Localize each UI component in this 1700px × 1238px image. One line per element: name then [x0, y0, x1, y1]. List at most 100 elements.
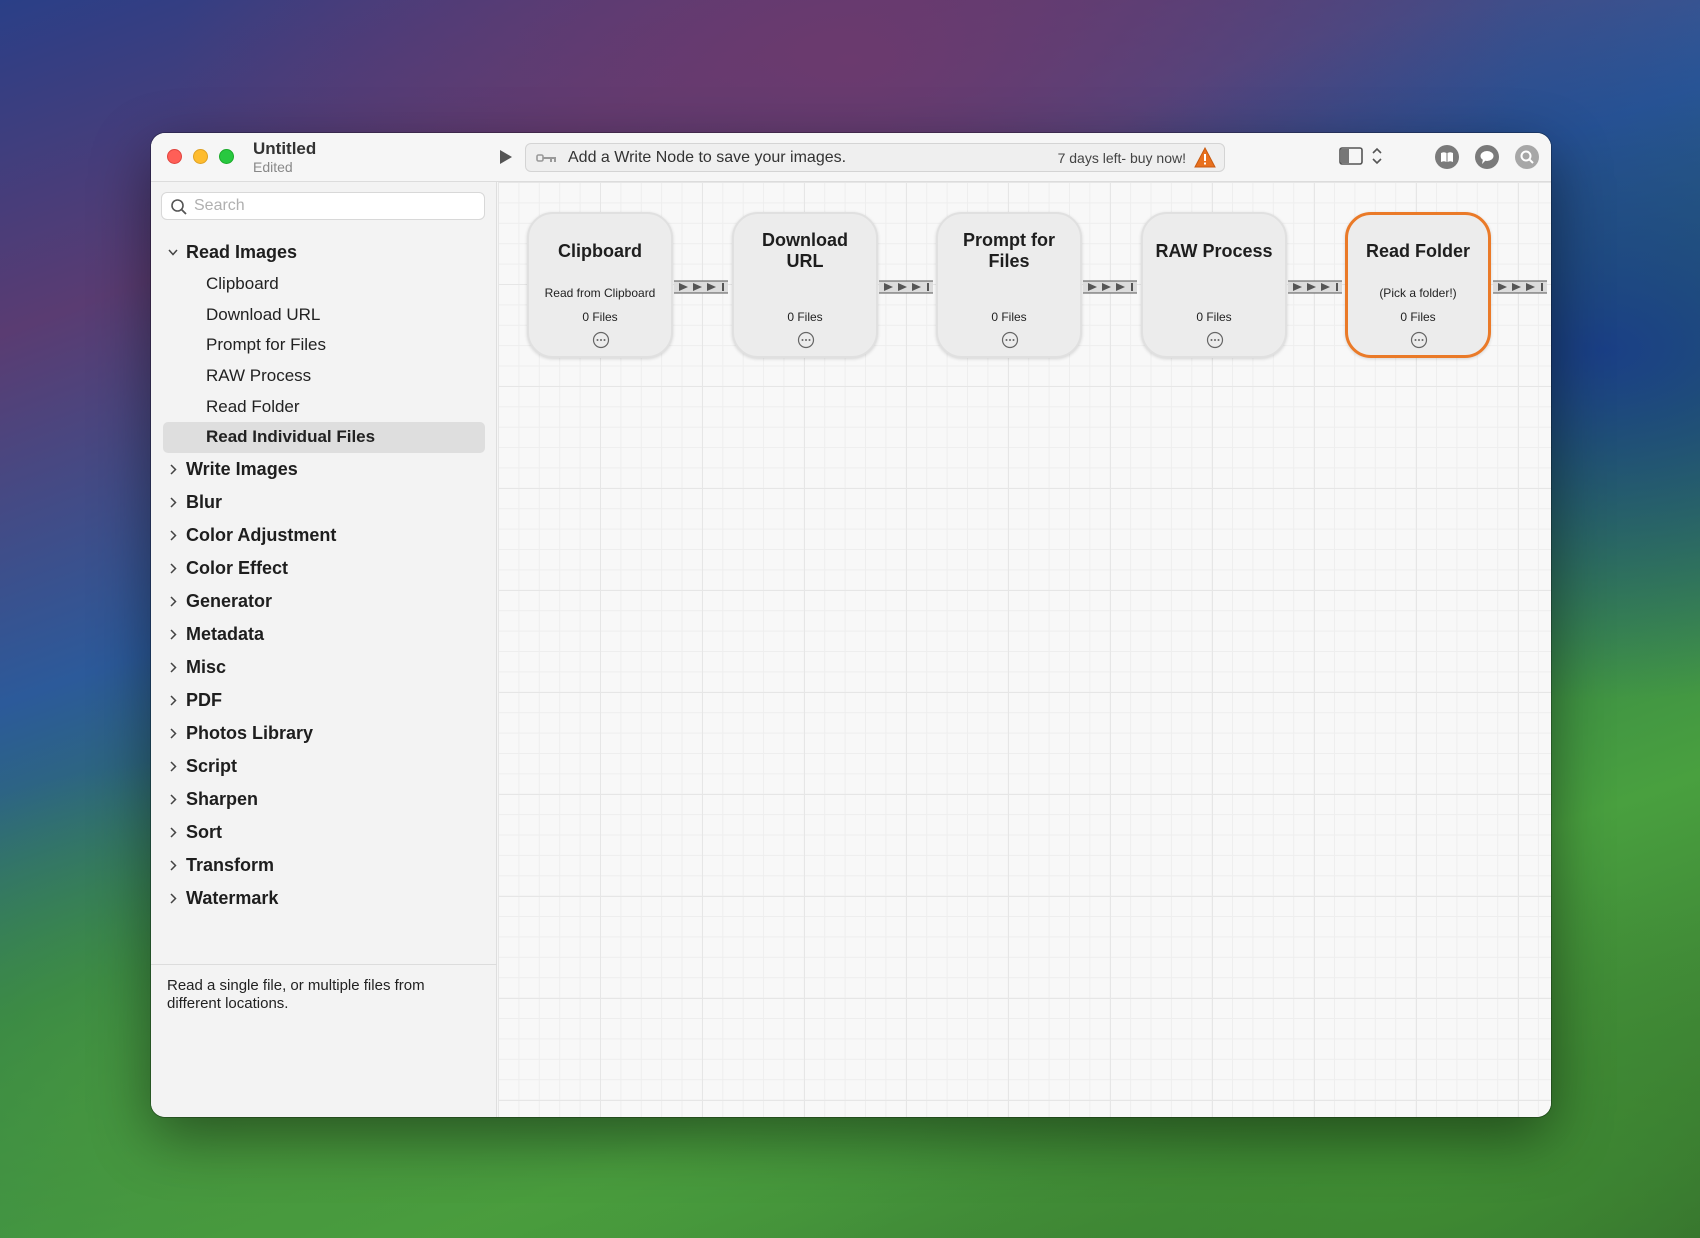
- close-window-button[interactable]: [167, 149, 182, 164]
- node-file-count: 0 Files: [582, 310, 618, 324]
- connector-arrow: [1288, 280, 1342, 294]
- ellipsis-circle-icon[interactable]: [1001, 331, 1019, 349]
- category-watermark[interactable]: Watermark: [151, 882, 497, 915]
- category-label: Sharpen: [186, 789, 259, 810]
- category-color-effect[interactable]: Color Effect: [151, 552, 497, 585]
- library-item-read-individual-files[interactable]: Read Individual Files: [163, 422, 485, 454]
- category-misc[interactable]: Misc: [151, 651, 497, 684]
- chevron-right-icon[interactable]: [168, 827, 178, 838]
- search-icon: [171, 199, 187, 215]
- chevron-right-icon[interactable]: [168, 695, 178, 706]
- chevron-right-icon[interactable]: [168, 497, 178, 508]
- category-label: Script: [186, 756, 238, 777]
- node-raw-process[interactable]: RAW Process 0 Files: [1141, 212, 1287, 358]
- ellipsis-circle-icon[interactable]: [592, 331, 610, 349]
- connector-arrow: [1493, 280, 1547, 294]
- node-title: Read Folder: [1365, 241, 1471, 261]
- node-file-count: 0 Files: [1196, 310, 1232, 324]
- category-script[interactable]: Script: [151, 750, 497, 783]
- library-item-read-folder[interactable]: Read Folder: [151, 392, 497, 423]
- node-library-tree: Read Images Clipboard Download URL Promp…: [151, 236, 497, 915]
- status-message: Add a Write Node to save your images.: [568, 149, 847, 166]
- connector-arrow: [1083, 280, 1137, 294]
- titlebar: Untitled Edited Add a Write Node to save…: [151, 133, 1551, 182]
- chevron-down-icon[interactable]: [168, 247, 178, 258]
- connector-arrow: [674, 280, 728, 294]
- search-input[interactable]: [194, 196, 474, 216]
- node-clipboard[interactable]: Clipboard Read from Clipboard 0 Files: [527, 212, 673, 358]
- play-icon[interactable]: [495, 147, 515, 167]
- trial-link[interactable]: 7 days left- buy now!: [1058, 150, 1186, 166]
- category-label: Color Adjustment: [186, 525, 337, 546]
- key-icon: [536, 154, 556, 162]
- document-title: Untitled: [253, 139, 317, 158]
- category-label: Transform: [186, 855, 275, 876]
- library-item-download-url[interactable]: Download URL: [151, 300, 497, 331]
- warning-icon[interactable]: [1194, 147, 1216, 168]
- chevron-right-icon[interactable]: [168, 464, 178, 475]
- chevron-right-icon[interactable]: [168, 893, 178, 904]
- category-color-adjustment[interactable]: Color Adjustment: [151, 519, 497, 552]
- category-metadata[interactable]: Metadata: [151, 618, 497, 651]
- category-label: Metadata: [186, 624, 265, 645]
- category-label: Generator: [186, 591, 273, 612]
- status-bar: Add a Write Node to save your images. 7 …: [525, 143, 1225, 172]
- chevron-right-icon[interactable]: [168, 860, 178, 871]
- node-title: Clipboard: [558, 241, 642, 261]
- search-field[interactable]: [161, 192, 485, 220]
- node-title: RAW Process: [1155, 241, 1273, 261]
- category-label: Read Images: [186, 242, 298, 262]
- category-sort[interactable]: Sort: [151, 816, 497, 849]
- node-title: Download URL: [762, 230, 848, 271]
- category-blur[interactable]: Blur: [151, 486, 497, 519]
- app-window: Untitled Edited Add a Write Node to save…: [151, 133, 1551, 1117]
- node-file-count: 0 Files: [991, 310, 1027, 324]
- node-subtitle: (Pick a folder!): [1379, 286, 1457, 300]
- magnifier-icon[interactable]: [1515, 145, 1539, 169]
- category-transform[interactable]: Transform: [151, 849, 497, 882]
- document-status: Edited: [253, 159, 293, 175]
- node-read-folder[interactable]: Read Folder (Pick a folder!) 0 Files: [1345, 212, 1491, 358]
- category-label: PDF: [186, 690, 222, 711]
- book-icon[interactable]: [1435, 145, 1459, 169]
- chevron-right-icon[interactable]: [168, 728, 178, 739]
- category-label: Write Images: [186, 459, 298, 480]
- chevron-right-icon[interactable]: [168, 530, 178, 541]
- chevron-right-icon[interactable]: [168, 596, 178, 607]
- sidebar: Read Images Clipboard Download URL Promp…: [151, 182, 497, 1117]
- category-label: Photos Library: [186, 723, 314, 744]
- category-label: Misc: [186, 657, 227, 678]
- zoom-window-button[interactable]: [219, 149, 234, 164]
- node-file-count: 0 Files: [787, 310, 823, 324]
- library-item-raw-process[interactable]: RAW Process: [151, 361, 497, 392]
- chat-bubble-icon[interactable]: [1475, 145, 1499, 169]
- node-title: Prompt for Files: [963, 230, 1055, 271]
- node-file-count: 0 Files: [1400, 310, 1436, 324]
- chevron-right-icon[interactable]: [168, 629, 178, 640]
- chevron-right-icon[interactable]: [168, 563, 178, 574]
- chevron-right-icon[interactable]: [168, 662, 178, 673]
- chevron-right-icon[interactable]: [168, 761, 178, 772]
- library-item-prompt-for-files[interactable]: Prompt for Files: [151, 330, 497, 361]
- category-label: Sort: [186, 822, 222, 843]
- ellipsis-circle-icon[interactable]: [1410, 331, 1428, 349]
- sidebar-toggle-icon[interactable]: [1339, 146, 1363, 166]
- minimize-window-button[interactable]: [193, 149, 208, 164]
- category-photos-library[interactable]: Photos Library: [151, 717, 497, 750]
- library-item-clipboard[interactable]: Clipboard: [151, 269, 497, 300]
- node-prompt-for-files[interactable]: Prompt for Files 0 Files: [936, 212, 1082, 358]
- ellipsis-circle-icon[interactable]: [1206, 331, 1224, 349]
- node-subtitle: Read from Clipboard: [544, 286, 656, 300]
- chevron-right-icon[interactable]: [168, 794, 178, 805]
- category-sharpen[interactable]: Sharpen: [151, 783, 497, 816]
- category-read-images[interactable]: Read Images: [151, 236, 497, 269]
- category-generator[interactable]: Generator: [151, 585, 497, 618]
- category-pdf[interactable]: PDF: [151, 684, 497, 717]
- workflow-canvas[interactable]: Clipboard Read from Clipboard 0 Files Do…: [498, 182, 1551, 1117]
- chevron-updown-icon[interactable]: [1371, 145, 1383, 167]
- connector-arrow: [879, 280, 933, 294]
- node-download-url[interactable]: Download URL 0 Files: [732, 212, 878, 358]
- ellipsis-circle-icon[interactable]: [797, 331, 815, 349]
- category-write-images[interactable]: Write Images: [151, 453, 497, 486]
- category-label: Color Effect: [186, 558, 289, 579]
